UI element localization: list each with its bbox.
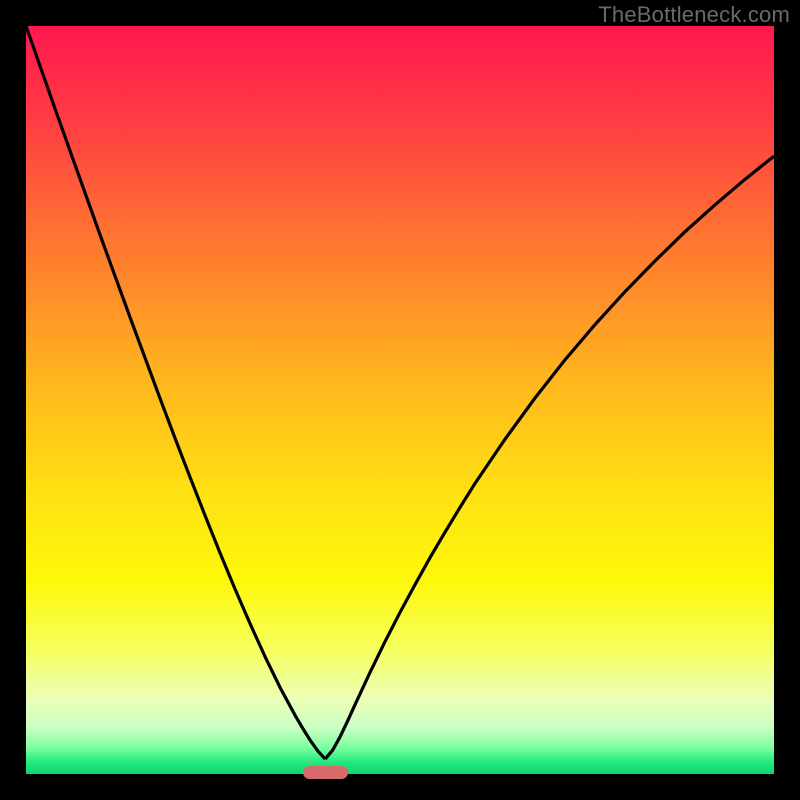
gradient-background	[26, 26, 774, 774]
watermark-text: TheBottleneck.com	[598, 2, 790, 28]
bottleneck-chart	[26, 26, 774, 774]
chart-frame	[26, 26, 774, 774]
minimum-marker	[303, 766, 348, 779]
